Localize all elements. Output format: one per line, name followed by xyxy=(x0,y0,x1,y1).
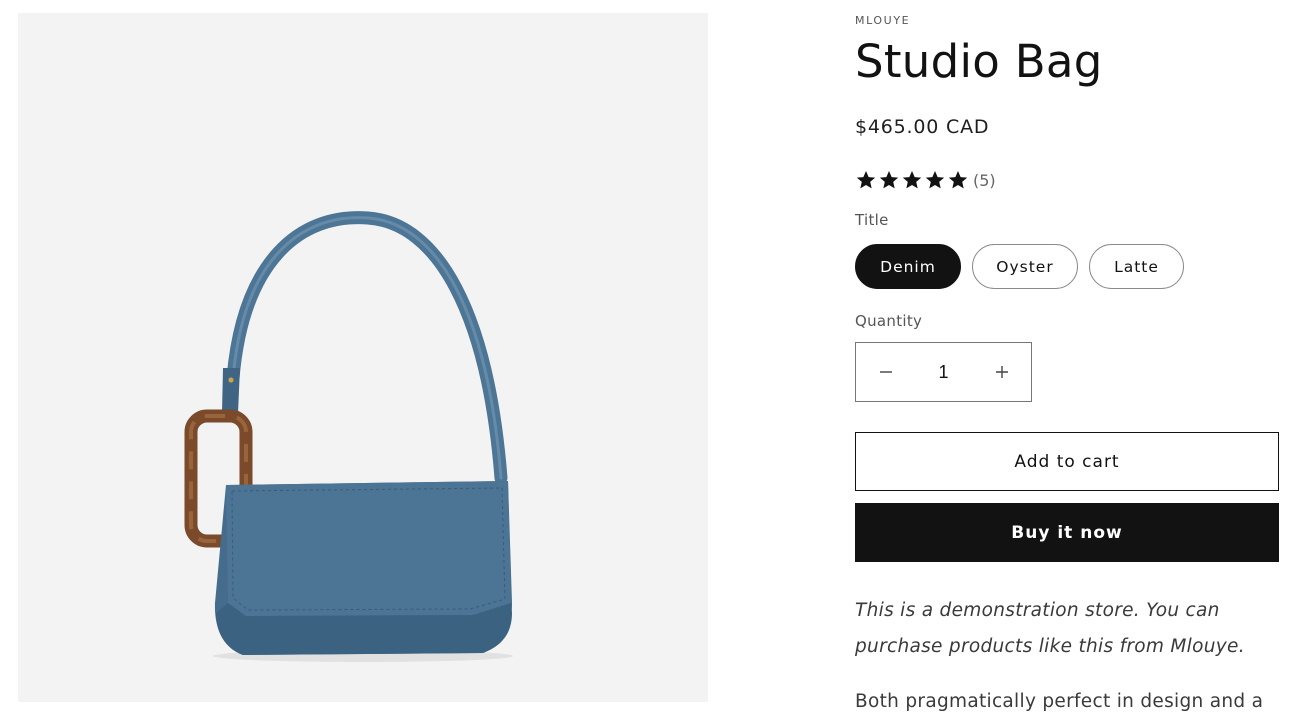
option-swatches: Denim Oyster Latte xyxy=(855,244,1195,289)
option-latte[interactable]: Latte xyxy=(1089,244,1184,289)
star-icon xyxy=(925,171,945,189)
quantity-increase-button[interactable] xyxy=(972,343,1031,401)
rating-count[interactable]: (5) xyxy=(973,171,996,190)
option-oyster[interactable]: Oyster xyxy=(972,244,1078,289)
minus-icon xyxy=(879,371,892,373)
product-image[interactable] xyxy=(18,13,708,702)
product-title: Studio Bag xyxy=(855,35,1103,88)
product-price: $465.00 CAD xyxy=(855,116,990,138)
quantity-input[interactable] xyxy=(915,343,972,401)
add-to-cart-button[interactable]: Add to cart xyxy=(855,432,1279,491)
product-description: Both pragmatically perfect in design and… xyxy=(855,691,1264,712)
plus-icon xyxy=(995,366,1008,378)
star-icon xyxy=(902,171,922,189)
quantity-decrease-button[interactable] xyxy=(856,343,915,401)
star-icon xyxy=(948,171,968,189)
product-rating[interactable]: (5) xyxy=(855,167,996,193)
rating-stars xyxy=(855,169,970,191)
option-label: Title xyxy=(855,211,889,229)
quantity-label: Quantity xyxy=(855,312,923,330)
bag-illustration xyxy=(184,211,513,662)
buy-it-now-button[interactable]: Buy it now xyxy=(855,503,1279,562)
star-icon xyxy=(856,171,876,189)
product-vendor[interactable]: MLOUYE xyxy=(855,14,910,27)
star-icon xyxy=(879,171,899,189)
quantity-stepper xyxy=(855,342,1032,402)
option-denim[interactable]: Denim xyxy=(855,244,961,289)
demo-store-note: This is a demonstration store. You can p… xyxy=(855,600,1245,657)
